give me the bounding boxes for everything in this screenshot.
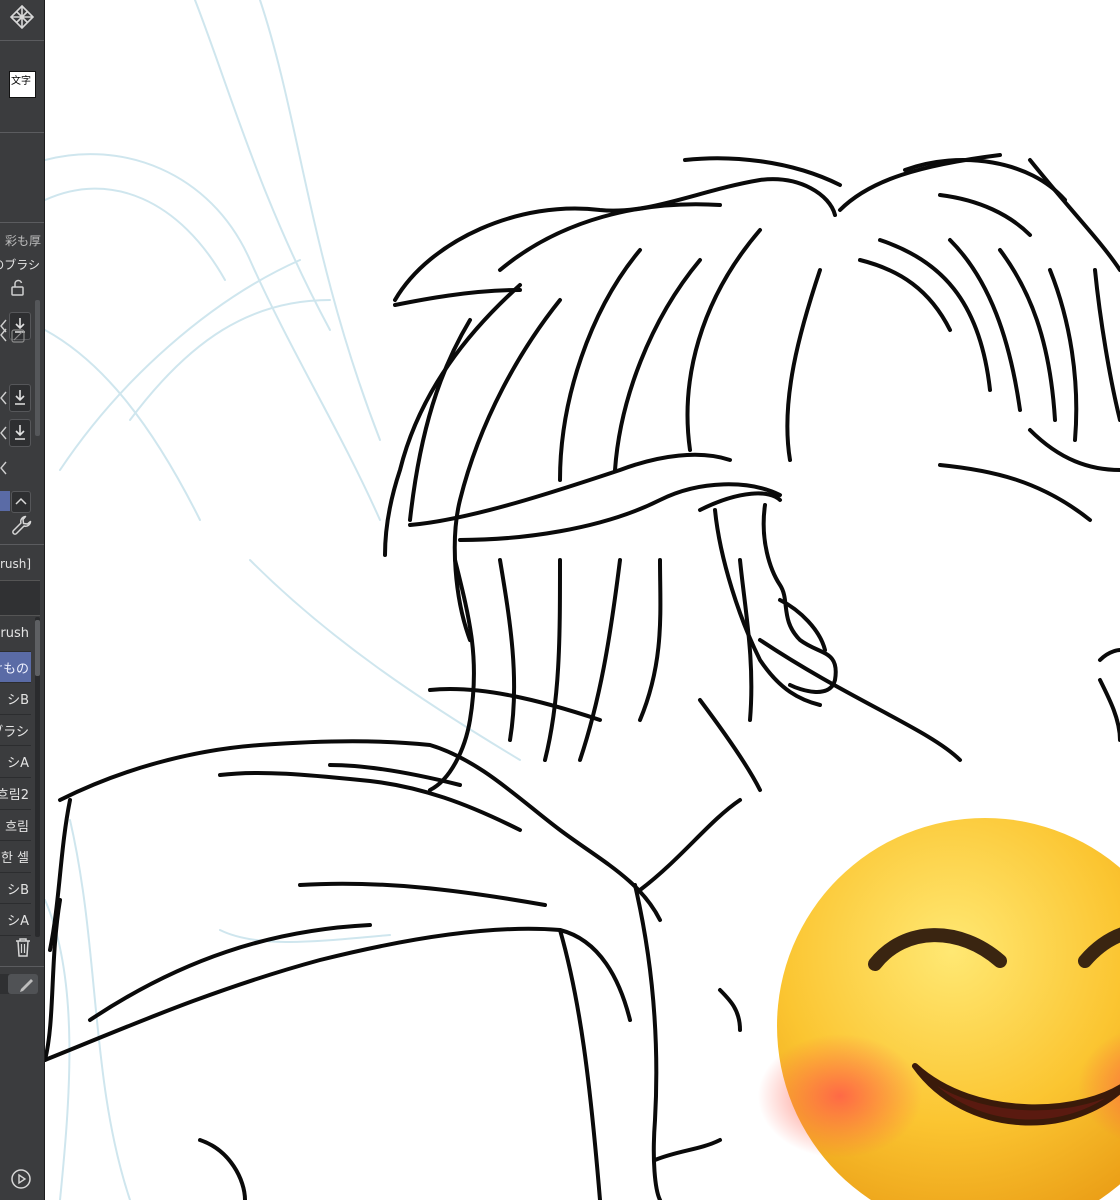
download-icon — [15, 425, 25, 440]
grid-pattern-icon[interactable] — [10, 5, 34, 29]
smiling-emoji-sticker — [758, 818, 1120, 1200]
brush-list-item[interactable]: シB — [0, 873, 31, 903]
brush-list-item-label: 한 셀 — [0, 851, 29, 867]
chevron-left-icon[interactable] — [0, 425, 8, 441]
chevron-left-icon[interactable] — [0, 327, 8, 343]
brush-list-item[interactable]: シA — [0, 746, 31, 776]
brush-list-header: rush] — [0, 557, 32, 571]
collapse-button[interactable] — [11, 491, 31, 513]
brush-list-item-label: シB — [7, 693, 29, 709]
disabled-slash-icon — [11, 329, 25, 343]
trash-icon[interactable] — [13, 936, 33, 958]
brush-list-item-label: ブラシ — [0, 724, 29, 740]
chevron-up-icon — [15, 497, 27, 505]
download-button[interactable] — [9, 384, 31, 412]
brush-preview-box — [0, 580, 40, 616]
tab-label-brush[interactable]: のブラシ — [0, 252, 40, 278]
left-tool-panel: 文字 彩も厚 のブラシ rush] rush けものシB ブラシシA 흐림2 흐림한 셀… — [0, 0, 45, 1200]
pen-icon — [20, 979, 33, 992]
play-circle-icon[interactable] — [10, 1168, 32, 1190]
drawing-canvas[interactable] — [45, 0, 1120, 1200]
brush-list-item-label: 흐림 — [5, 819, 29, 835]
text-tool-glyph: 文字 — [11, 76, 31, 87]
download-icon — [15, 390, 25, 405]
brush-list-item[interactable]: けもの — [0, 651, 31, 682]
chevron-left-icon[interactable] — [0, 460, 8, 476]
wrench-icon[interactable] — [11, 514, 33, 536]
blue-rough-sketch — [45, 0, 521, 1200]
brush-list-item-label: けもの — [0, 661, 29, 677]
text-tool-icon[interactable]: 文字 — [9, 71, 36, 98]
brush-list-item[interactable]: 한 셀 — [0, 841, 31, 871]
brush-list-item[interactable]: ブラシ — [0, 715, 31, 745]
brush-list: rush けものシB ブラシシA 흐림2 흐림한 셀 シB シA — [0, 620, 34, 940]
pen-tool-button[interactable] — [8, 974, 38, 994]
brush-list-item-label: シB — [7, 882, 29, 898]
brush-list-item[interactable]: rush — [0, 620, 31, 650]
selected-property-row[interactable] — [0, 491, 10, 511]
brush-list-item[interactable]: 흐림2 — [0, 778, 31, 808]
unlock-icon[interactable] — [10, 279, 26, 297]
brush-list-item[interactable]: シA — [0, 904, 31, 934]
property-scrollbar[interactable] — [35, 300, 40, 436]
brush-list-item-label: rush — [0, 626, 29, 641]
download-button[interactable] — [9, 419, 31, 447]
brush-list-item-label: 흐림2 — [0, 788, 29, 803]
brush-list-item-label: シA — [7, 756, 29, 772]
tab-label-brush-set[interactable]: 彩も厚 — [5, 228, 41, 254]
brush-list-scroll-thumb[interactable] — [35, 620, 40, 676]
chevron-left-icon[interactable] — [0, 390, 8, 406]
brush-list-item-label: シA — [7, 914, 29, 930]
brush-list-item[interactable]: シB — [0, 683, 31, 713]
brush-list-item[interactable]: 흐림 — [0, 810, 31, 840]
